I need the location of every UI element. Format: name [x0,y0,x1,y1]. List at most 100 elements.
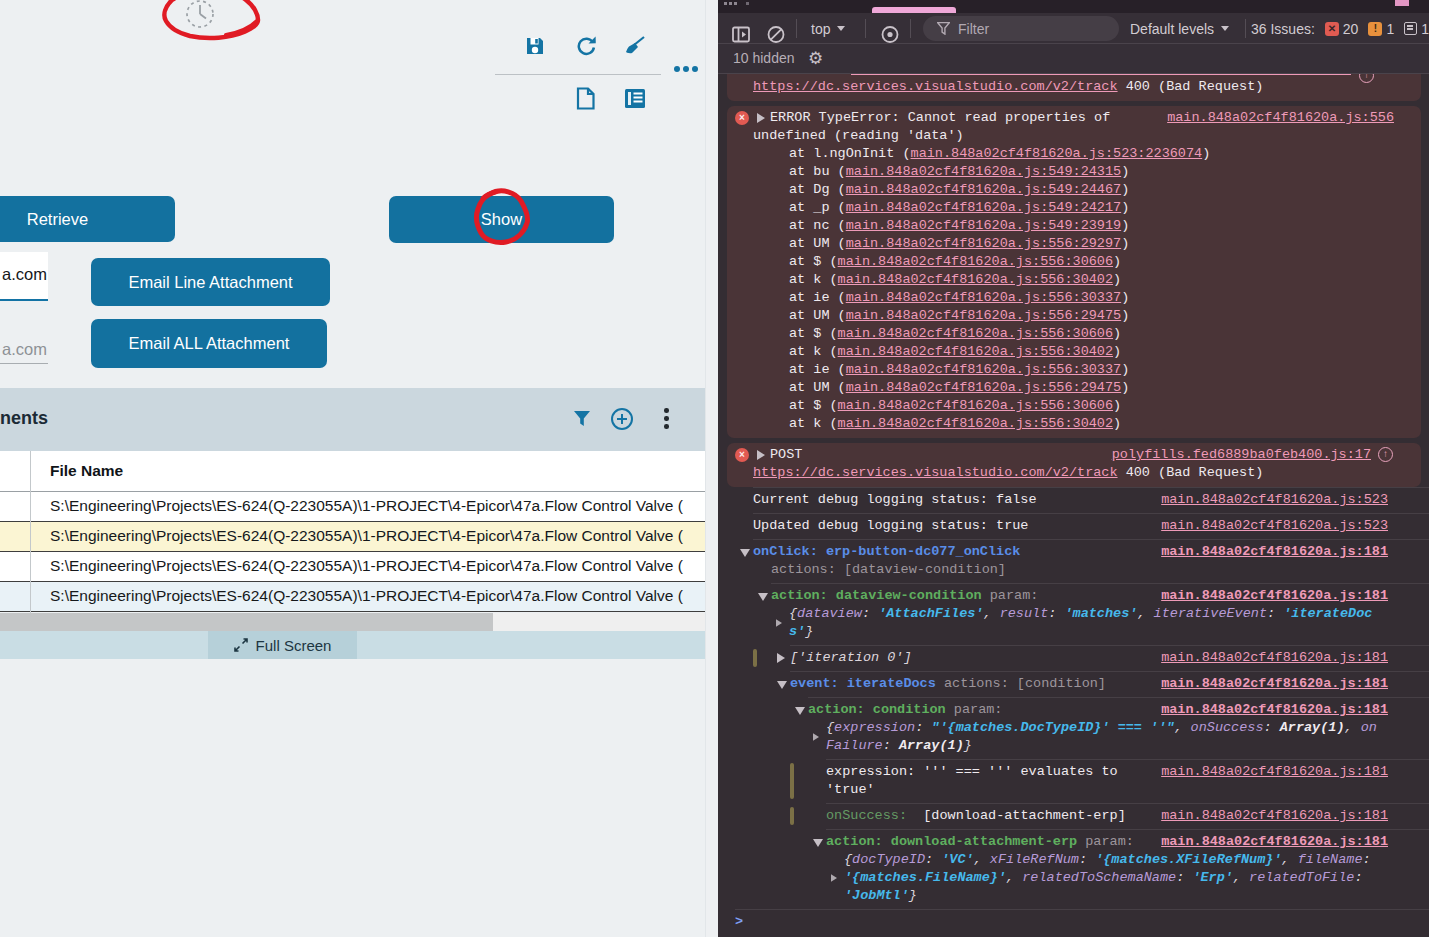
new-document-icon[interactable] [576,87,596,110]
source-location-link[interactable]: main.848a02cf4f81620a.js:181 [1161,701,1388,719]
console-text: } [964,738,972,753]
console-text: event: iterateDocs [790,676,936,691]
console-row: s'} [735,623,1429,641]
expand-triangle-icon[interactable] [757,450,765,460]
collapse-triangle-icon[interactable] [777,681,787,689]
file-name-cell: S:\Engineering\Projects\ES-624(Q-223055A… [50,497,683,515]
console-link[interactable]: main.848a02cf4f81620a.js:549:24315 [846,164,1121,179]
collapse-triangle-icon[interactable] [813,839,823,847]
console-link[interactable]: main.848a02cf4f81620a.js:549:24467 [846,182,1121,197]
console-entry: expression: ''' === ''' evaluates tomain… [735,760,1429,803]
issues-warning-icon: ! [1368,22,1382,36]
issues-message-icon [1404,22,1417,35]
journal-icon[interactable] [624,87,646,110]
console-row: at k (main.848a02cf4f81620a.js:556:30402… [735,271,1415,289]
show-button[interactable]: Show [389,196,614,243]
email-to-field[interactable]: a.com [0,252,48,301]
grid-horizontal-scrollbar[interactable] [0,613,705,631]
console-link[interactable]: main.848a02cf4f81620a.js:556:30606 [838,398,1113,413]
table-row[interactable]: S:\Engineering\Projects\ES-624(Q-223055A… [0,582,705,612]
console-link[interactable]: main.848a02cf4f81620a.js:556:30402 [838,416,1113,431]
console-prompt[interactable]: > [735,913,1429,931]
console-settings-gear-icon[interactable]: ⚙ [808,48,823,69]
console-text: { [844,852,852,867]
console-text: onSuccess: [826,808,915,823]
console-text: at Dg ( [789,182,846,197]
console-link[interactable]: main.848a02cf4f81620a.js:556:30606 [838,254,1113,269]
console-link[interactable]: main.848a02cf4f81620a.js:556:30337 [846,362,1121,377]
table-row[interactable]: S:\Engineering\Projects\ES-624(Q-223055A… [0,522,705,552]
console-row: onSuccess: [download-attachment-erp]main… [735,807,1429,825]
console-entry: > [735,910,1429,935]
console-text: Failure [826,738,883,753]
full-screen-button[interactable]: Full Screen [208,631,357,659]
console-text: at $ ( [789,326,838,341]
console-text: ) [1113,326,1121,341]
console-link[interactable]: main.848a02cf4f81620a.js:556:30402 [838,272,1113,287]
filter-icon[interactable] [573,410,591,428]
console-text: , [1233,870,1249,885]
overflow-menu-icon[interactable]: ••• [674,66,680,72]
source-location-link[interactable]: polyfills.fed6889ba0feb400.js:17 [1112,446,1371,464]
add-icon[interactable] [610,407,634,431]
source-location-link[interactable]: main.848a02cf4f81620a.js:181 [1161,763,1388,781]
source-location-link[interactable]: main.848a02cf4f81620a.js:181 [1161,649,1388,667]
console-text: 400 (Bad Request) [1118,465,1264,480]
scrollbar-thumb[interactable] [0,613,493,631]
context-selector[interactable]: top [811,13,845,44]
collapse-triangle-icon[interactable] [740,549,750,557]
source-location-link[interactable]: main.848a02cf4f81620a.js:523 [1161,517,1388,535]
table-row[interactable]: S:\Engineering\Projects\ES-624(Q-223055A… [0,552,705,582]
console-link[interactable]: main.848a02cf4f81620a.js:556:30606 [838,326,1113,341]
console-link[interactable]: main.848a02cf4f81620a.js:549:24217 [846,200,1121,215]
log-levels-selector[interactable]: Default levels [1130,13,1229,44]
source-location-link[interactable]: main.848a02cf4f81620a.js:181 [1161,675,1388,693]
expand-triangle-icon[interactable] [831,874,837,882]
console-link[interactable]: main.848a02cf4f81620a.js:556:30402 [838,344,1113,359]
console-link[interactable]: main.848a02cf4f81620a.js:549:23919 [846,218,1121,233]
source-location-link[interactable]: main.848a02cf4f81620a.js:181 [1161,543,1388,561]
toolbar-separator [865,19,866,38]
issues-counter[interactable]: 36 Issues: ✕20 !1 15 [1251,13,1429,44]
console-link[interactable]: main.848a02cf4f81620a.js:556:29297 [846,236,1121,251]
toolbar-divider [495,74,661,75]
collapse-triangle-icon[interactable] [758,593,768,601]
console-link[interactable]: https://dc.services.visualstudio.com/v2/… [753,79,1118,94]
console-text: , [974,852,990,867]
source-location-link[interactable]: main.848a02cf4f81620a.js:181 [1161,807,1388,825]
collapse-triangle-icon[interactable] [795,707,805,715]
initiator-icon[interactable]: ↑ [1378,447,1393,462]
console-row: at $ (main.848a02cf4f81620a.js:556:30606… [735,253,1415,271]
console-link[interactable]: main.848a02cf4f81620a.js:556:29475 [846,308,1121,323]
devtools-tabstrip[interactable] [718,0,1429,13]
email-line-attachment-button[interactable]: Email Line Attachment [91,258,330,306]
grid-header-row[interactable]: File Name [0,451,705,492]
console-link[interactable]: main.848a02cf4f81620a.js:556:29475 [846,380,1121,395]
save-icon[interactable] [525,36,545,56]
console-text: , [1174,720,1190,735]
source-location-link[interactable]: main.848a02cf4f81620a.js:523 [1161,491,1388,509]
expand-triangle-icon[interactable] [777,653,785,663]
console-row: at ie (main.848a02cf4f81620a.js:556:3033… [735,289,1415,307]
console-text: at l.ngOnInit ( [789,146,911,161]
source-location-link[interactable]: main.848a02cf4f81620a.js:181 [1161,587,1388,605]
console-link[interactable]: main.848a02cf4f81620a.js:556:30337 [846,290,1121,305]
console-text: param: [946,702,1003,717]
console-link[interactable]: main.848a02cf4f81620a.js:523:2236074 [911,146,1203,161]
console-text: ) [1113,398,1121,413]
kebab-menu-icon[interactable] [664,408,669,413]
email-cc-field[interactable]: a.com [0,338,48,364]
console-filter-input[interactable]: Filter [923,16,1119,41]
expand-triangle-icon[interactable] [757,113,765,123]
source-location-link[interactable]: main.848a02cf4f81620a.js:181 [1161,833,1388,851]
page-scrollbar-strip[interactable] [705,0,718,937]
email-all-attachment-button[interactable]: Email ALL Attachment [91,319,327,368]
clean-broom-icon[interactable] [624,35,646,57]
console-text: at UM ( [789,308,846,323]
retrieve-button[interactable]: Retrieve [0,196,175,242]
refresh-icon[interactable] [576,36,596,56]
console-row: ×POST↑polyfills.fed6889ba0feb400.js:17 [735,446,1415,464]
table-row[interactable]: S:\Engineering\Projects\ES-624(Q-223055A… [0,492,705,522]
console-link[interactable]: https://dc.services.visualstudio.com/v2/… [753,465,1118,480]
source-location-link[interactable]: main.848a02cf4f81620a.js:556 [1167,109,1394,127]
